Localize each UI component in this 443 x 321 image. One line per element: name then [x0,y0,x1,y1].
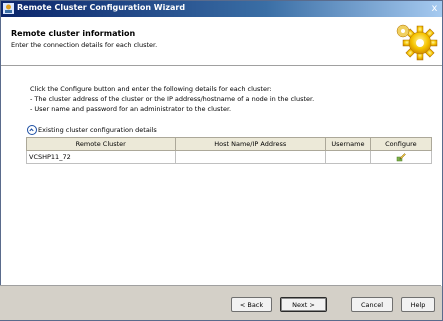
cluster-table: Remote Cluster Host Name/IP Address User… [26,137,433,164]
page-subtitle: Enter the connection details for each cl… [11,41,158,49]
gear-icon [396,24,438,61]
column-header-host[interactable]: Host Name/IP Address [174,137,327,151]
page-title: Remote cluster information [11,29,136,38]
cancel-button[interactable]: Cancel [351,297,393,312]
table-row[interactable]: VCSHP11_72 [26,150,433,164]
title-bar: Remote Cluster Configuration Wizard x [1,1,442,17]
instruction-line: - The cluster address of the cluster or … [30,95,315,103]
close-icon[interactable]: x [428,2,441,15]
configure-pencil-icon[interactable] [396,152,406,162]
section-label: Existing cluster configuration details [38,126,157,134]
back-button[interactable]: < Back [231,297,272,312]
instruction-line: - User name and password for an administ… [30,105,232,113]
next-button[interactable]: Next > [280,297,327,312]
column-header-username[interactable]: Username [325,137,371,151]
wizard-app-icon [3,3,14,14]
instructions: Click the Configure button and enter the… [30,84,314,114]
wizard-header: Remote cluster information Enter the con… [1,17,442,66]
help-button[interactable]: Help [401,297,435,312]
collapse-icon[interactable] [27,125,37,135]
remote-cluster-cell[interactable]: VCSHP11_72 [26,150,176,164]
host-cell[interactable] [174,150,327,164]
table-header-row: Remote Cluster Host Name/IP Address User… [26,137,433,151]
instruction-line: Click the Configure button and enter the… [30,85,272,93]
column-header-configure[interactable]: Configure [369,137,433,151]
column-header-remote-cluster[interactable]: Remote Cluster [26,137,176,151]
username-cell[interactable] [325,150,371,164]
configure-cell[interactable] [369,150,433,164]
window-title: Remote Cluster Configuration Wizard [17,3,186,12]
